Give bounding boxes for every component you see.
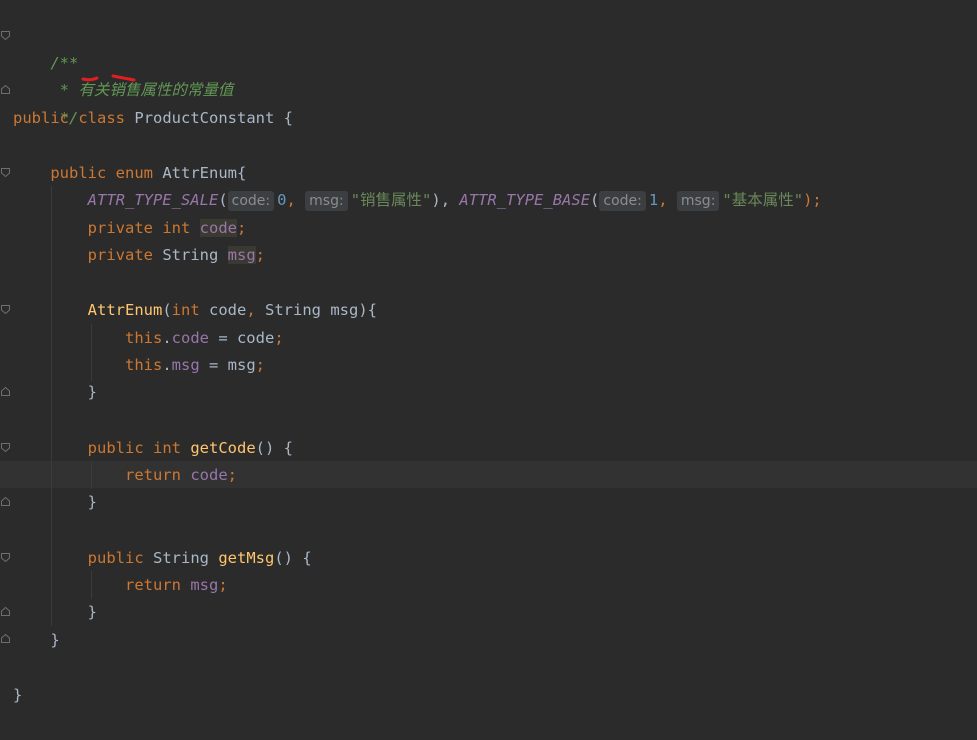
code-line[interactable]: this.code = code; bbox=[13, 325, 284, 352]
keyword-int: int bbox=[171, 301, 200, 319]
code-line[interactable]: public enum AttrEnum{ bbox=[13, 160, 246, 187]
semicolon: ; bbox=[237, 219, 247, 237]
fold-end-icon[interactable] bbox=[1, 387, 10, 396]
code-line[interactable]: public int getCode() { bbox=[13, 435, 293, 462]
method-getmsg: getMsg bbox=[218, 549, 275, 567]
brace: { bbox=[274, 109, 294, 127]
keyword-this: this bbox=[124, 329, 163, 347]
string-literal: "销售属性" bbox=[350, 191, 432, 209]
assignment: = msg bbox=[199, 356, 256, 374]
keyword-class: class bbox=[78, 109, 126, 127]
code-line[interactable]: /** bbox=[13, 23, 78, 72]
method-signature-rest: () { bbox=[255, 439, 293, 457]
method-getcode: getCode bbox=[190, 439, 256, 457]
code-line[interactable]: AttrEnum(int code, String msg){ bbox=[13, 297, 377, 324]
keyword-public: public bbox=[13, 109, 69, 127]
field-code: code bbox=[190, 466, 228, 484]
keyword-public: public bbox=[87, 549, 144, 567]
class-name: ProductConstant bbox=[134, 109, 275, 127]
semicolon: ; bbox=[255, 246, 266, 264]
fold-collapse-icon[interactable] bbox=[1, 31, 10, 40]
semicolon: ; bbox=[218, 576, 228, 594]
comma: , bbox=[658, 191, 677, 209]
fold-end-icon[interactable] bbox=[1, 634, 10, 643]
paren: ( bbox=[590, 191, 600, 209]
type-string: String bbox=[162, 246, 219, 264]
keyword-int: int bbox=[162, 219, 191, 237]
fold-collapse-icon[interactable] bbox=[1, 553, 10, 562]
closing-brace: } bbox=[50, 631, 60, 649]
param-code: code bbox=[199, 301, 247, 319]
closing-brace: } bbox=[87, 603, 97, 621]
fold-end-icon[interactable] bbox=[1, 85, 10, 94]
code-line[interactable]: } bbox=[13, 682, 22, 709]
field-msg: msg bbox=[227, 246, 256, 264]
code-line[interactable]: private int code; bbox=[13, 215, 246, 242]
param-hint-code: code: bbox=[227, 191, 275, 211]
param-hint-msg: msg: bbox=[676, 191, 720, 211]
fold-collapse-icon[interactable] bbox=[1, 305, 10, 314]
code-line[interactable]: this.msg = msg; bbox=[13, 352, 265, 379]
paren: ), bbox=[431, 191, 460, 209]
keyword-return: return bbox=[124, 576, 181, 594]
code-line[interactable]: return msg; bbox=[13, 572, 228, 599]
field-msg: msg bbox=[190, 576, 219, 594]
code-line[interactable]: */ bbox=[13, 78, 79, 127]
param-msg: String msg){ bbox=[255, 301, 377, 319]
paren: ( bbox=[218, 191, 228, 209]
red-underline-annotation bbox=[81, 74, 136, 82]
comma: , bbox=[246, 301, 256, 319]
assignment: = code bbox=[208, 329, 275, 347]
fold-end-icon[interactable] bbox=[1, 497, 10, 506]
keyword-this: this bbox=[124, 356, 163, 374]
type-string: String bbox=[153, 549, 209, 567]
editor-gutter bbox=[0, 0, 12, 740]
keyword-return: return bbox=[124, 466, 181, 484]
fold-end-icon[interactable] bbox=[1, 607, 10, 616]
semicolon: ; bbox=[255, 356, 265, 374]
code-editor[interactable]: /** * 有关销售属性的常量值 */ public class Product… bbox=[0, 0, 977, 740]
semicolon: ; bbox=[274, 329, 284, 347]
param-hint-msg: msg: bbox=[305, 191, 348, 211]
code-line-current[interactable]: return code; bbox=[13, 462, 237, 489]
string-literal: "基本属性" bbox=[722, 191, 804, 209]
field-code: code bbox=[171, 329, 209, 347]
keyword-public: public bbox=[50, 164, 107, 182]
code-line[interactable]: } bbox=[13, 379, 97, 406]
field-msg: msg bbox=[171, 356, 200, 374]
code-line[interactable]: public class ProductConstant { bbox=[13, 105, 293, 132]
closing-brace: } bbox=[87, 383, 97, 401]
closing-brace: } bbox=[13, 686, 23, 704]
method-signature-rest: () { bbox=[274, 549, 312, 567]
field-code: code bbox=[199, 219, 237, 237]
keyword-private: private bbox=[87, 246, 153, 264]
fold-collapse-icon[interactable] bbox=[1, 443, 10, 452]
keyword-int: int bbox=[153, 439, 181, 457]
enum-constant-sale: ATTR_TYPE_SALE bbox=[87, 191, 219, 209]
code-line[interactable]: private String msg; bbox=[13, 242, 265, 269]
keyword-private: private bbox=[87, 219, 153, 237]
enum-constant-base: ATTR_TYPE_BASE bbox=[459, 191, 591, 209]
code-line[interactable]: ATTR_TYPE_SALE(code: 0, msg: "销售属性"), ATTR… bbox=[13, 187, 822, 214]
fold-collapse-icon[interactable] bbox=[1, 168, 10, 177]
number-literal: 1 bbox=[648, 191, 659, 209]
semicolon: ; bbox=[227, 466, 237, 484]
keyword-public: public bbox=[87, 439, 144, 457]
code-line[interactable]: public String getMsg() { bbox=[13, 545, 312, 572]
comma: , bbox=[286, 191, 306, 209]
enum-name: AttrEnum{ bbox=[162, 164, 247, 182]
statement-end: ); bbox=[803, 191, 822, 209]
code-line[interactable]: } bbox=[13, 627, 60, 654]
closing-brace: } bbox=[87, 493, 97, 511]
code-line[interactable]: } bbox=[13, 489, 97, 516]
constructor-name: AttrEnum bbox=[87, 301, 163, 319]
keyword-enum: enum bbox=[115, 164, 153, 182]
param-hint-code: code: bbox=[599, 191, 646, 211]
code-line[interactable]: } bbox=[13, 599, 97, 626]
